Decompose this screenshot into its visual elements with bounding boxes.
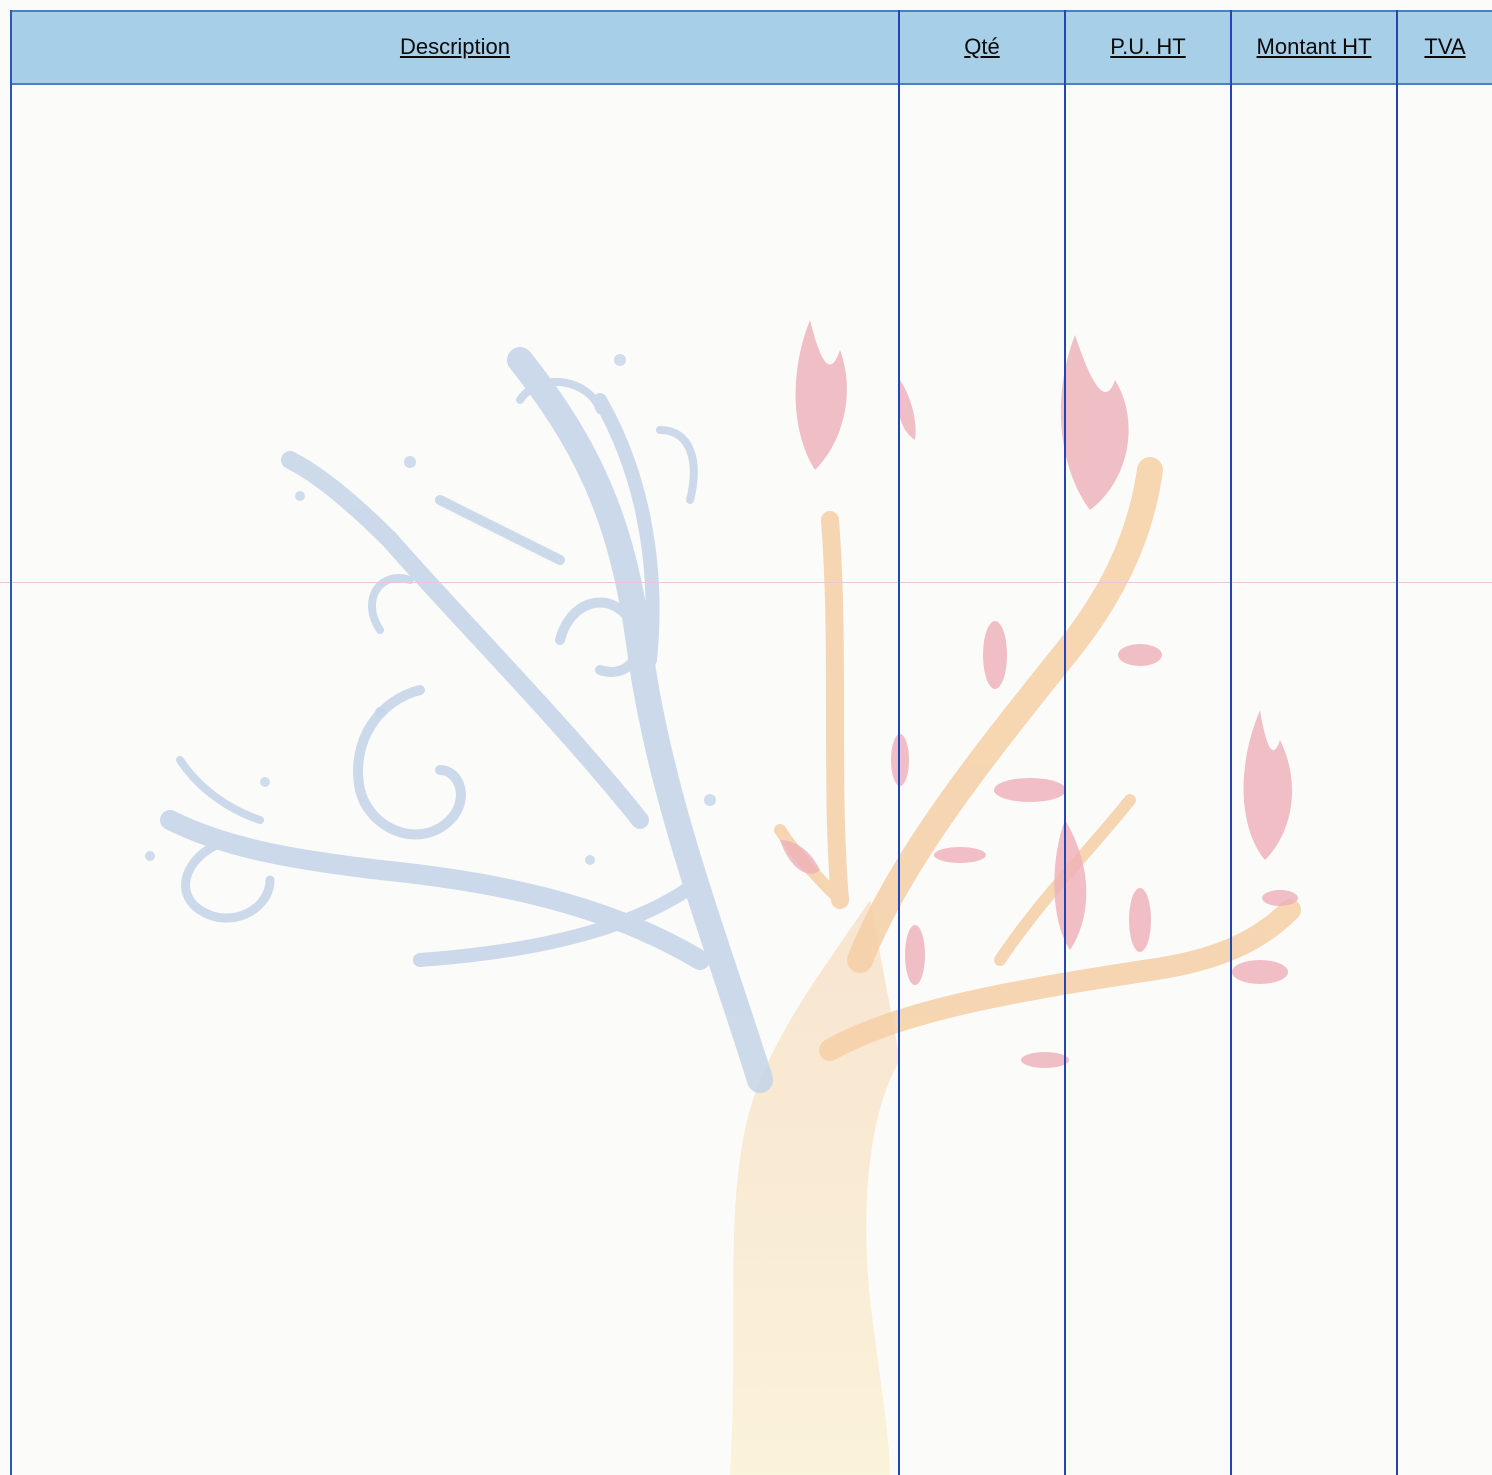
invoice-page: Description Qté P.U. HT Montant HT TVA [0,0,1492,1475]
qty-cell[interactable] [900,85,1064,1475]
column-header-qty: Qté [964,33,1000,59]
vat-cell[interactable] [1398,85,1492,1475]
column-header-amount: Montant HT [1256,33,1372,59]
amount-cell[interactable] [1232,85,1396,1475]
column-header-description: Description [399,33,511,59]
description-cell[interactable] [12,85,898,1475]
column-header-unit-price: P.U. HT [1110,33,1186,59]
unit-price-cell[interactable] [1066,85,1230,1475]
invoice-table: Description Qté P.U. HT Montant HT TVA [10,10,1492,1475]
column-header-vat: TVA [1424,33,1466,59]
